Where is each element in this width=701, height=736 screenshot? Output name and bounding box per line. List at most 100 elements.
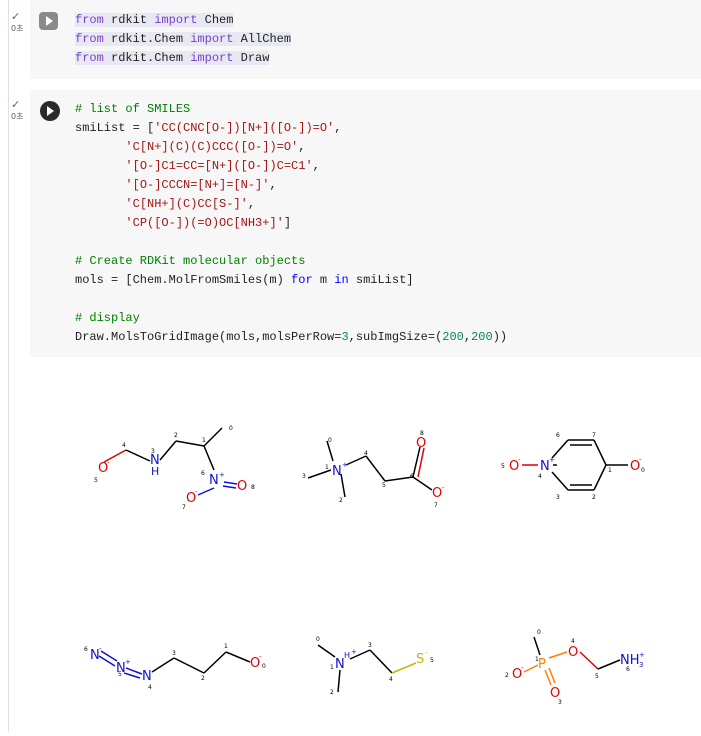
atom-charge: + <box>549 456 555 464</box>
run-cell-button[interactable] <box>40 101 60 121</box>
atom-label: O <box>568 645 578 660</box>
atom-charge: + <box>219 471 225 479</box>
atom-charge: - <box>639 456 642 464</box>
atom-index: 6 <box>556 432 560 439</box>
atom-index: 3 <box>556 494 560 501</box>
atom-label: N <box>209 473 219 488</box>
atom-label: N <box>332 464 342 479</box>
molecule-6: P O - O O NH 3 + 1 2 3 4 6 0 5 <box>505 629 645 706</box>
atom-index: 4 <box>571 638 575 645</box>
atom-charge: + <box>342 461 348 469</box>
molecule-6-indices: 1 2 3 4 6 0 5 <box>505 629 630 706</box>
molecule-4: N - N + N O - 6 5 4 0 3 2 1 <box>84 643 266 691</box>
code-line: Draw.MolsToGridImage(mols,molsPerRow=3,s… <box>75 330 508 344</box>
atom-index: 2 <box>330 689 334 696</box>
execution-time: 0초 <box>11 24 24 33</box>
molecule-1-atoms: O - N H N + O O - <box>98 453 247 506</box>
atom-index: 3 <box>172 650 176 657</box>
atom-index: 8 <box>420 430 424 437</box>
atom-charge: - <box>259 653 262 661</box>
molecule-2: N + O O - 1 8 7 0 3 2 4 5 6 <box>302 430 445 509</box>
molecule-3-bonds <box>522 439 628 491</box>
atom-index: 6 <box>626 666 630 673</box>
execution-time: 0초 <box>11 112 24 121</box>
molecule-3: O - N + O - 5 4 0 6 7 1 2 3 <box>501 432 645 501</box>
atom-label: S <box>416 652 424 667</box>
code-editor-molecules[interactable]: # list of SMILES smiList = ['CC(CNC[O-])… <box>75 100 507 347</box>
code-line: mols = [Chem.MolFromSmiles(m) for m in s… <box>75 273 414 287</box>
atom-index: 1 <box>330 664 334 671</box>
code-line: from rdkit import Chem <box>75 13 234 27</box>
atom-hydrogen-count: 3 <box>639 661 643 669</box>
run-cell-button[interactable] <box>39 12 58 30</box>
atom-index: 5 <box>501 463 505 470</box>
code-line: 'CP([O-])(=O)OC[NH3+]'] <box>125 216 292 230</box>
molecule-2-atoms: N + O O - <box>332 436 445 501</box>
cell-1-status: ✓ 0초 <box>11 10 24 34</box>
atom-index: 5 <box>595 673 599 680</box>
molecule-4-atoms: N - N + N O - <box>90 645 262 684</box>
atom-index: 4 <box>538 473 542 480</box>
atom-label: O <box>237 479 247 494</box>
cell-output-molecule-grid: O - N H N + O O - 5 3 6 8 7 4 2 1 0 N + … <box>30 370 701 732</box>
cell-gutter-line <box>8 0 9 732</box>
atom-index: 2 <box>592 494 596 501</box>
atom-label: O <box>432 486 442 501</box>
atom-index: 7 <box>592 432 596 439</box>
atom-index: 2 <box>339 497 343 504</box>
atom-hydrogen: H <box>151 465 159 478</box>
atom-index: 4 <box>364 450 368 457</box>
atom-index: 4 <box>389 676 393 683</box>
atom-index: 2 <box>505 672 509 679</box>
atom-charge: - <box>521 664 524 672</box>
atom-index: 3 <box>558 699 562 706</box>
atom-index: 6 <box>410 473 414 480</box>
molecule-5: N H + S - 1 5 0 2 3 4 <box>316 636 434 696</box>
atom-index: 0 <box>537 629 541 636</box>
atom-index: 2 <box>201 675 205 682</box>
molecule-4-indices: 6 5 4 0 3 2 1 <box>84 643 266 691</box>
atom-label: O <box>416 436 426 451</box>
atom-index: 6 <box>84 646 88 653</box>
atom-charge: + <box>639 651 645 659</box>
atom-charge: - <box>107 459 110 467</box>
code-line: from rdkit.Chem import Draw <box>75 51 270 65</box>
atom-index: 3 <box>368 642 372 649</box>
atom-label: N <box>142 669 152 684</box>
molecule-1-indices: 5 3 6 8 7 4 2 1 0 <box>94 425 255 511</box>
molecule-6-atoms: P O - O O NH 3 + <box>512 645 645 701</box>
atom-index: 4 <box>122 442 126 449</box>
atom-charge: - <box>442 484 445 492</box>
atom-index: 1 <box>202 437 206 444</box>
atom-index: 8 <box>251 484 255 491</box>
atom-index: 5 <box>430 657 434 664</box>
atom-index: 7 <box>182 504 186 511</box>
play-icon <box>46 16 53 26</box>
atom-label: P <box>538 657 546 672</box>
atom-index: 3 <box>302 473 306 480</box>
atom-charge: - <box>518 456 521 464</box>
atom-index: 1 <box>535 656 539 663</box>
code-editor-imports[interactable]: from rdkit import Chem from rdkit.Chem i… <box>75 11 292 68</box>
atom-index: 5 <box>94 477 98 484</box>
play-icon <box>47 106 54 116</box>
code-line: from rdkit.Chem import AllChem <box>75 32 292 46</box>
atom-index: 7 <box>434 502 438 509</box>
atom-charge: + <box>125 658 131 666</box>
atom-index: 6 <box>201 470 205 477</box>
atom-index: 0 <box>262 663 266 670</box>
atom-hydrogen: H <box>344 651 350 660</box>
molecule-1: O - N H N + O O - 5 3 6 8 7 4 2 1 0 <box>94 425 255 511</box>
code-line: # display <box>75 311 140 325</box>
atom-index: 0 <box>229 425 233 432</box>
success-check-icon: ✓ <box>11 10 21 23</box>
atom-index: 5 <box>382 482 386 489</box>
atom-index: 0 <box>328 437 332 444</box>
atom-index: 1 <box>224 643 228 650</box>
molecule-5-atoms: N H + S - <box>335 648 428 672</box>
code-line: 'C[NH+](C)CC[S-]', <box>125 197 256 211</box>
molecule-grid-image: O - N H N + O O - 5 3 6 8 7 4 2 1 0 N + … <box>84 425 645 706</box>
code-line: '[O-]CCCN=[N+]=[N-]', <box>125 178 277 192</box>
atom-index: 2 <box>174 432 178 439</box>
code-line: # Create RDKit molecular objects <box>75 254 306 268</box>
